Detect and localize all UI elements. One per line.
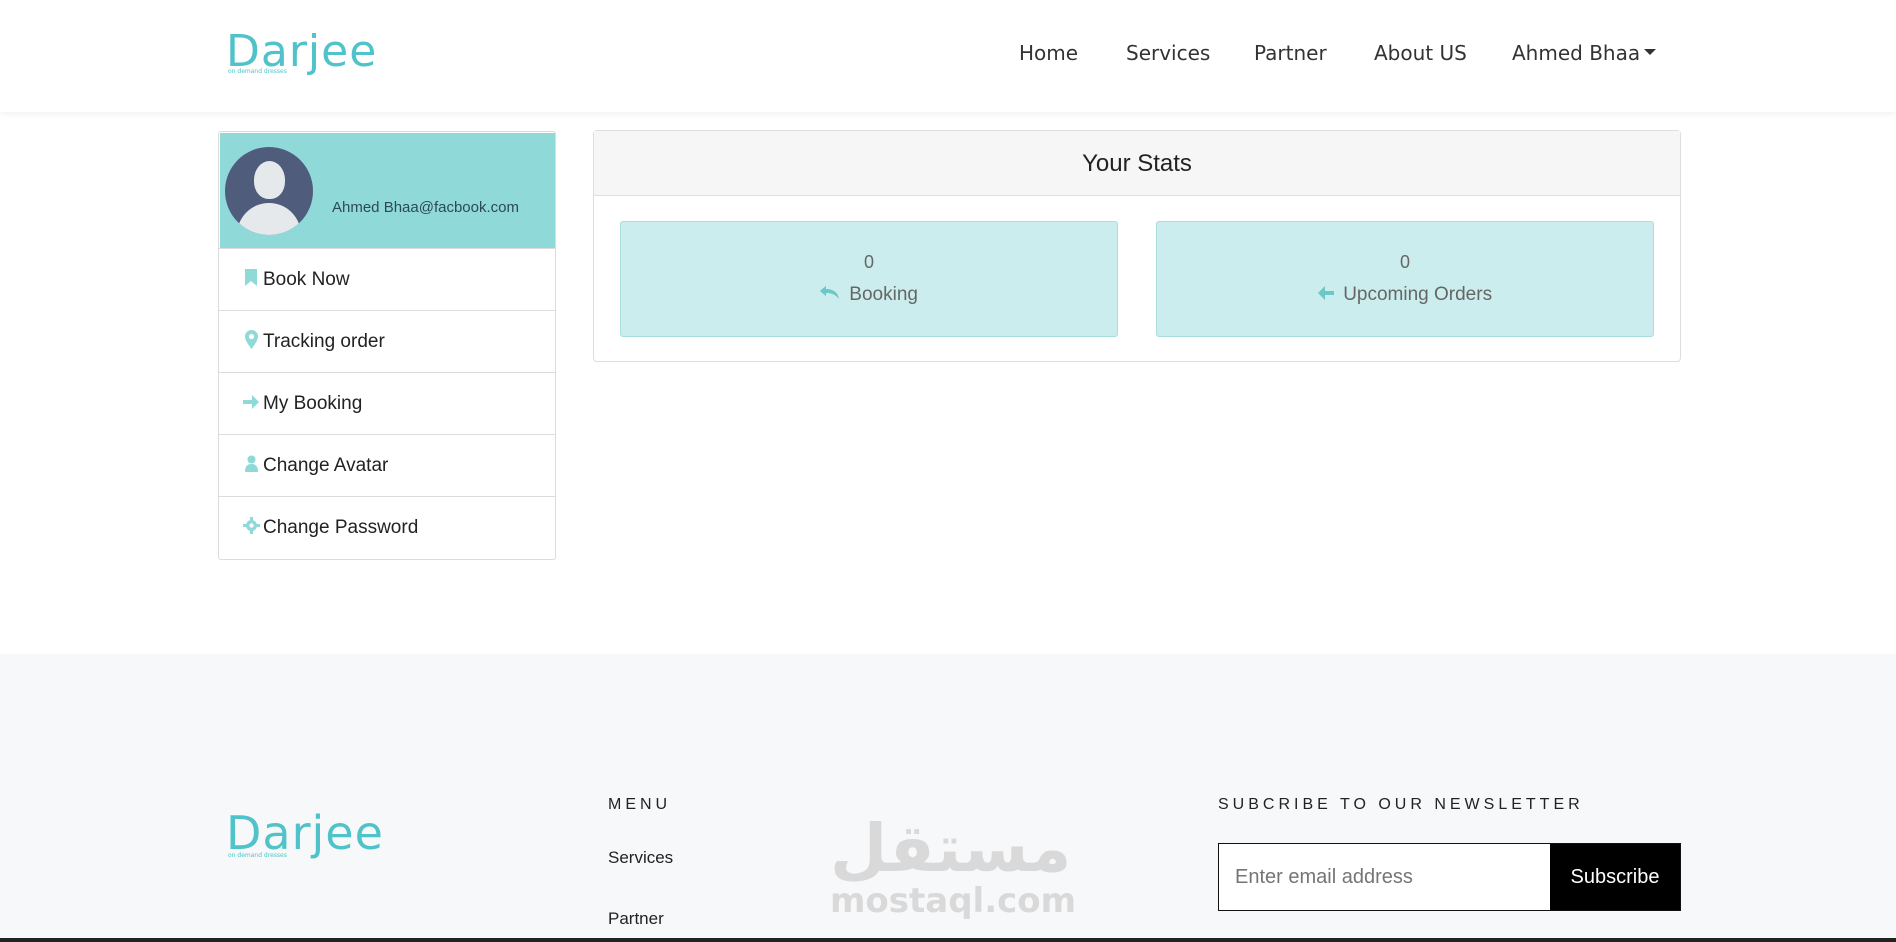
booking-stat-box[interactable]: 0 Booking — [620, 221, 1118, 337]
watermark-arabic: مستقل — [830, 810, 1072, 887]
profile-email: Ahmed Bhaa@facbook.com — [332, 199, 519, 216]
avatar-body — [237, 203, 301, 235]
bookmark-icon — [243, 268, 259, 291]
sidebar-item-change-avatar[interactable]: Change Avatar — [219, 434, 555, 496]
arrow-left-icon — [1317, 284, 1339, 305]
upcoming-orders-stat-box[interactable]: 0 Upcoming Orders — [1156, 221, 1654, 337]
nav-links: Home Services Partner About US Ahmed Bha… — [0, 41, 1896, 71]
sidebar-item-my-booking[interactable]: My Booking — [219, 372, 555, 434]
mostaql-watermark: مستقل mostaql.com — [830, 810, 1077, 924]
booking-label-row: Booking — [621, 284, 1117, 306]
footer-logo-tagline: on demand dresses — [228, 852, 287, 859]
user-dropdown[interactable]: Ahmed Bhaa — [1512, 41, 1657, 65]
gear-icon — [243, 516, 260, 539]
sidebar-item-tracking-order[interactable]: Tracking order — [219, 310, 555, 372]
newsletter-title: SUBCRIBE TO OUR NEWSLETTER — [1218, 796, 1584, 813]
sidebar-item-label: Tracking order — [263, 330, 385, 352]
booking-count: 0 — [863, 252, 874, 272]
newsletter-form: Subscribe — [1218, 843, 1681, 911]
nav-partner[interactable]: Partner — [1254, 41, 1327, 65]
sidebar-item-change-password[interactable]: Change Password — [219, 496, 555, 558]
nav-home[interactable]: Home — [1019, 41, 1078, 65]
upcoming-orders-label: Upcoming Orders — [1343, 284, 1493, 305]
footer-logo[interactable]: Darjee on demand dresses — [226, 802, 383, 882]
sidebar-item-label: My Booking — [263, 392, 363, 414]
reply-all-icon — [820, 284, 845, 305]
footer-menu-services[interactable]: Services — [608, 848, 673, 868]
bottom-border — [0, 938, 1896, 942]
profile-header: Ahmed Bhaa@facbook.com — [220, 133, 555, 249]
subscribe-button[interactable]: Subscribe — [1550, 844, 1680, 910]
sidebar-item-label: Book Now — [263, 268, 350, 290]
top-navbar: Darjee on demand dresses Home Services P… — [0, 0, 1896, 112]
user-icon — [243, 455, 259, 477]
sidebar-item-label: Change Password — [263, 516, 419, 538]
avatar — [225, 147, 313, 235]
booking-label: Booking — [849, 284, 918, 305]
sidebar-item-label: Change Avatar — [263, 454, 389, 476]
map-marker-icon — [243, 329, 259, 354]
footer-menu-partner[interactable]: Partner — [608, 909, 664, 929]
stats-title: Your Stats — [594, 131, 1680, 196]
footer-menu-title: MENU — [608, 796, 672, 813]
arrow-right-icon — [243, 393, 259, 414]
nav-services[interactable]: Services — [1126, 41, 1210, 65]
caret-down-icon — [1644, 48, 1657, 55]
avatar-head — [254, 161, 285, 199]
upcoming-orders-label-row: Upcoming Orders — [1157, 284, 1653, 306]
upcoming-orders-count: 0 — [1399, 252, 1410, 272]
newsletter-email-input[interactable] — [1219, 844, 1550, 910]
footer: Darjee on demand dresses MENU Services P… — [0, 654, 1896, 942]
watermark-latin: mostaql.com — [830, 881, 1077, 921]
stats-card: Your Stats 0 Booking 0 Upcoming Orders — [593, 130, 1681, 362]
nav-about-us[interactable]: About US — [1374, 41, 1467, 65]
sidebar-item-book-now[interactable]: Book Now — [219, 248, 555, 310]
profile-sidebar: Ahmed Bhaa@facbook.com Book Now Tracking… — [218, 131, 556, 560]
user-name: Ahmed Bhaa — [1512, 41, 1641, 65]
